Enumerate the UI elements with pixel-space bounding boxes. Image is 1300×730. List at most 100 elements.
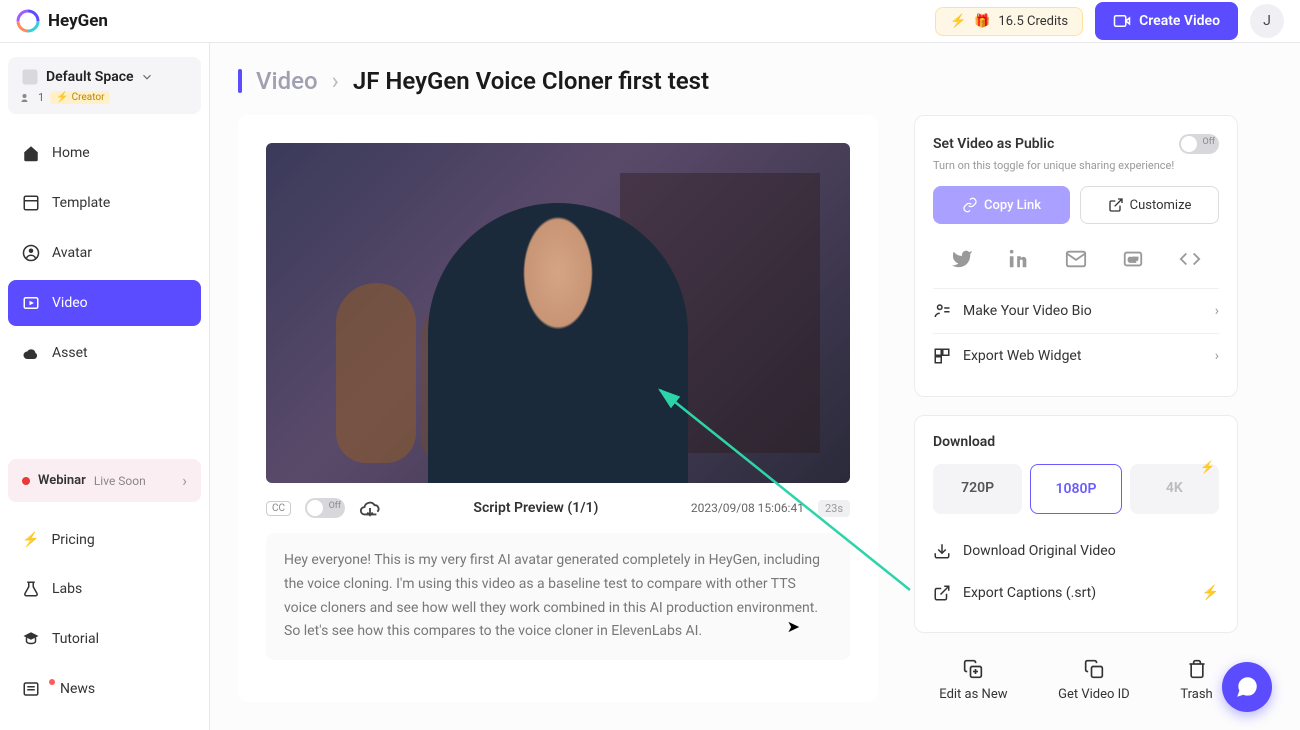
accent-bar — [238, 69, 242, 93]
sidebar-item-avatar[interactable]: Avatar — [8, 230, 201, 276]
notification-dot — [49, 679, 55, 685]
res-1080p[interactable]: 1080P — [1030, 464, 1121, 514]
public-toggle[interactable]: Off — [1179, 134, 1219, 154]
script-preview-title: Script Preview (1/1) — [395, 500, 677, 516]
nav-label: News — [60, 681, 95, 697]
webinar-sub: Live Soon — [94, 474, 146, 488]
sidebar-item-labs[interactable]: Labs — [8, 566, 201, 612]
res-720p[interactable]: 720P — [933, 464, 1022, 514]
widget-icon — [933, 347, 951, 365]
customize-button[interactable]: Customize — [1080, 186, 1219, 224]
cc-icon: CC — [266, 501, 291, 516]
chevron-right-icon: › — [1215, 303, 1219, 319]
link-icon — [962, 197, 978, 213]
member-count: 1 — [38, 91, 44, 104]
twitter-icon[interactable] — [943, 240, 981, 278]
public-title: Set Video as Public — [933, 136, 1054, 152]
breadcrumb-root[interactable]: Video — [256, 67, 318, 95]
people-icon — [20, 92, 32, 104]
avatar-initial: J — [1263, 13, 1271, 29]
credits-text: 16.5 Credits — [998, 14, 1068, 29]
news-icon — [22, 680, 40, 698]
credits-badge[interactable]: ⚡ 🎁 16.5 Credits — [935, 7, 1083, 36]
home-icon — [22, 144, 40, 162]
sidebar: Default Space 1 ⚡ Creator Home Template … — [0, 43, 210, 730]
copy-icon — [1084, 659, 1104, 679]
external-icon — [1108, 197, 1124, 213]
download-icon — [933, 542, 951, 560]
script-text: Hey everyone! This is my very first AI a… — [266, 533, 850, 660]
nav-label: Avatar — [52, 245, 92, 261]
trash-button[interactable]: Trash — [1180, 659, 1212, 702]
email-icon[interactable] — [1057, 240, 1095, 278]
embed-icon[interactable] — [1171, 240, 1209, 278]
video-bio-row[interactable]: Make Your Video Bio › — [933, 288, 1219, 333]
sidebar-item-video[interactable]: Video — [8, 280, 201, 326]
edit-as-new-button[interactable]: Edit as New — [939, 659, 1007, 702]
chevron-right-icon: › — [332, 67, 339, 95]
cloud-download-icon[interactable] — [359, 497, 381, 519]
get-video-id-button[interactable]: Get Video ID — [1058, 659, 1130, 702]
lightning-icon: ⚡ — [950, 14, 966, 29]
space-name: Default Space — [46, 69, 134, 85]
sidebar-item-news[interactable]: News — [8, 666, 201, 712]
linkedin-icon[interactable] — [1000, 240, 1038, 278]
chat-bubble-button[interactable] — [1222, 662, 1272, 712]
webinar-title: Webinar — [38, 473, 86, 488]
logo[interactable]: HeyGen — [16, 9, 108, 33]
trash-icon — [1187, 659, 1207, 679]
video-panel: CC Off Script Preview (1/1) 2023/09/08 1… — [238, 115, 878, 702]
copy-link-button[interactable]: Copy Link — [933, 186, 1070, 224]
nav-label: Labs — [52, 581, 82, 597]
sidebar-item-template[interactable]: Template — [8, 180, 201, 226]
space-icon — [20, 67, 40, 87]
chevron-right-icon: › — [1215, 348, 1219, 364]
video-timestamp: 2023/09/08 15:06:41 — [691, 501, 804, 515]
nav-label: Home — [52, 145, 90, 161]
public-subtitle: Turn on this toggle for unique sharing e… — [933, 159, 1219, 172]
sidebar-item-home[interactable]: Home — [8, 130, 201, 176]
user-avatar[interactable]: J — [1250, 4, 1284, 38]
copy-plus-icon — [963, 659, 983, 679]
video-thumbnail[interactable] — [266, 143, 850, 483]
creator-badge: ⚡ Creator — [50, 91, 110, 104]
breadcrumb: Video › JF HeyGen Voice Cloner first tes… — [238, 67, 1272, 95]
cc-toggle[interactable]: Off — [305, 498, 345, 518]
nav-label: Tutorial — [52, 631, 99, 647]
logo-text: HeyGen — [48, 11, 108, 31]
video-icon — [22, 294, 40, 312]
download-panel: Download 720P 1080P 4K ⚡ Download Origin… — [914, 415, 1238, 633]
sidebar-item-asset[interactable]: Asset — [8, 330, 201, 376]
chevron-right-icon: › — [182, 471, 187, 490]
cursor-icon: ➤ — [787, 613, 800, 640]
create-video-button[interactable]: Create Video — [1095, 2, 1238, 40]
share-panel: Set Video as Public Off Turn on this tog… — [914, 115, 1238, 397]
download-title: Download — [933, 434, 1219, 450]
space-selector[interactable]: Default Space 1 ⚡ Creator — [8, 57, 201, 114]
nav-label: Template — [52, 195, 110, 211]
web-widget-row[interactable]: Export Web Widget › — [933, 333, 1219, 378]
video-plus-icon — [1113, 12, 1131, 30]
sidebar-item-tutorial[interactable]: Tutorial — [8, 616, 201, 662]
gif-icon[interactable]: GIF — [1114, 240, 1152, 278]
sidebar-item-pricing[interactable]: ⚡ Pricing — [8, 518, 201, 562]
chat-icon — [1234, 674, 1260, 700]
webinar-card[interactable]: Webinar Live Soon › — [8, 459, 201, 502]
lightning-icon: ⚡ — [1202, 585, 1219, 601]
download-original-row[interactable]: Download Original Video — [933, 530, 1219, 572]
logo-icon — [16, 9, 40, 33]
external-icon — [933, 584, 951, 602]
tutorial-icon — [22, 630, 40, 648]
export-captions-row[interactable]: Export Captions (.srt) ⚡ — [933, 572, 1219, 614]
nav-label: Video — [52, 295, 88, 311]
svg-text:GIF: GIF — [1128, 256, 1138, 264]
template-icon — [22, 194, 40, 212]
chevron-down-icon — [140, 70, 154, 84]
lightning-icon: ⚡ — [1200, 460, 1215, 474]
bio-icon — [933, 302, 951, 320]
gift-icon: 🎁 — [974, 14, 990, 29]
lightning-icon: ⚡ — [22, 532, 39, 548]
nav-label: Asset — [52, 345, 88, 361]
video-duration: 23s — [818, 500, 850, 517]
create-label: Create Video — [1139, 13, 1220, 29]
